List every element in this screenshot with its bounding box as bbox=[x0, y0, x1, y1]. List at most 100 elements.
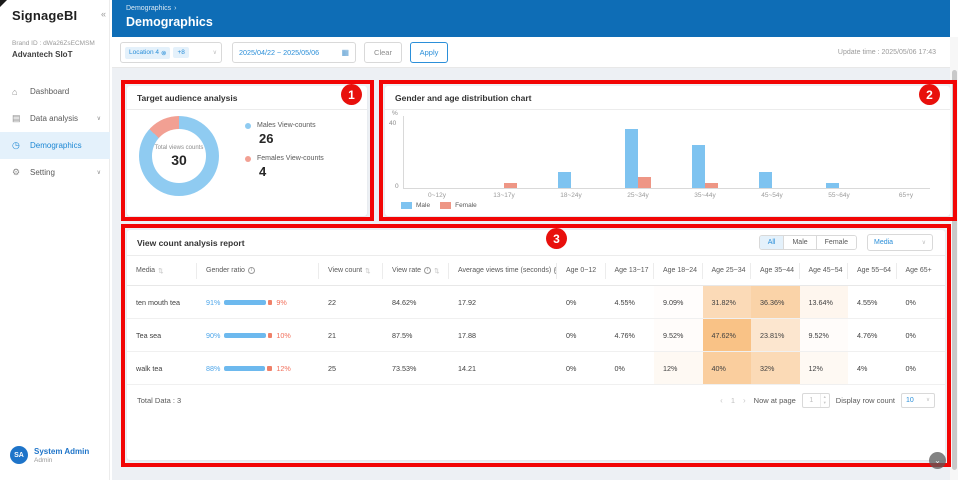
page-header: Demographics› Demographics bbox=[112, 0, 950, 37]
total-data-label: Total Data : 3 bbox=[137, 396, 181, 405]
sidebar-item-demographics[interactable]: ◷Demographics bbox=[0, 132, 110, 159]
row-count-value: 10 bbox=[906, 397, 926, 404]
donut-legend-value: 26 bbox=[259, 131, 324, 146]
column-label: Age 55~64 bbox=[857, 267, 891, 274]
column-label: Media bbox=[136, 267, 155, 274]
cell-avg-time: 17.88 bbox=[449, 319, 557, 351]
cell-view-rate: 73.53% bbox=[383, 352, 449, 384]
column-header-view-count[interactable]: View count⇅ bbox=[319, 263, 383, 279]
male-bar bbox=[692, 145, 705, 188]
next-page-button[interactable]: › bbox=[741, 396, 748, 405]
category-label: 35~44y bbox=[672, 192, 738, 199]
female-ratio-value: 10% bbox=[276, 331, 290, 340]
sidebar-item-data-analysis[interactable]: ▤Data analysis∨ bbox=[0, 105, 110, 132]
column-header-media[interactable]: Media⇅ bbox=[127, 263, 197, 279]
cell-age: 4.76% bbox=[848, 319, 897, 351]
sidebar-item-dashboard[interactable]: ⌂Dashboard bbox=[0, 78, 110, 105]
x-axis-line bbox=[403, 188, 930, 189]
column-label: Age 0~12 bbox=[566, 267, 596, 274]
cell-age: 13.64% bbox=[800, 286, 849, 318]
location-select[interactable]: Location 4⊗ +8 ∨ bbox=[120, 42, 222, 63]
date-range-picker[interactable]: 2025/04/22 ~ 2025/05/06 ▦ bbox=[232, 42, 356, 63]
sidebar-collapse-button[interactable]: « bbox=[101, 9, 106, 19]
cell-age: 4% bbox=[848, 352, 897, 384]
page-input[interactable]: 1 ▴ ▾ bbox=[802, 393, 830, 408]
column-header-age-45-54: Age 45~54 bbox=[800, 263, 849, 279]
location-tag-label: Location 4 bbox=[129, 49, 159, 56]
row-count-select[interactable]: 10 ∨ bbox=[901, 393, 935, 408]
gender-filter-tabs: AllMaleFemale bbox=[759, 235, 857, 250]
apply-button[interactable]: Apply bbox=[410, 42, 448, 63]
cell-age: 0% bbox=[897, 319, 946, 351]
male-ratio-value: 90% bbox=[206, 331, 220, 340]
column-header-view-rate[interactable]: View ratei⇅ bbox=[383, 263, 449, 279]
cell-age: 4.76% bbox=[606, 319, 655, 351]
category-label: 13~17y bbox=[471, 192, 537, 199]
pagination: ‹ 1 › Now at page 1 ▴ ▾ Display row coun… bbox=[718, 393, 935, 408]
column-header-average-views-time-seconds[interactable]: Average views time (seconds)i⇅ bbox=[449, 263, 557, 279]
chart-legend-label: Male bbox=[416, 202, 430, 209]
category-label: 25~34y bbox=[605, 192, 671, 199]
donut-legend-value: 4 bbox=[259, 164, 324, 179]
clear-button[interactable]: Clear bbox=[364, 42, 402, 63]
table-header-row: Media⇅Gender ratioiView count⇅View ratei… bbox=[127, 256, 945, 286]
cell-age: 9.52% bbox=[654, 319, 703, 351]
page-title: Demographics bbox=[126, 15, 213, 29]
sidebar-item-label: Data analysis bbox=[30, 114, 78, 123]
bar-chart: % 40 0 MaleFemale 0~12y13~17y18~24y25~34… bbox=[385, 110, 950, 216]
cell-age: 12% bbox=[800, 352, 849, 384]
data-analysis-icon: ▤ bbox=[12, 113, 23, 124]
cell-view-count: 22 bbox=[319, 286, 383, 318]
male-ratio-value: 91% bbox=[206, 298, 220, 307]
male-ratio-segment bbox=[224, 300, 266, 305]
female-dot-icon bbox=[245, 156, 251, 162]
breadcrumb-separator: › bbox=[174, 5, 176, 12]
scrollbar-thumb[interactable] bbox=[952, 70, 957, 470]
report-panel: View count analysis report AllMaleFemale… bbox=[127, 230, 945, 460]
cell-age: 0% bbox=[606, 352, 655, 384]
chevron-down-icon: ∨ bbox=[926, 397, 930, 403]
more-locations-tag[interactable]: +8 bbox=[173, 47, 188, 58]
info-icon[interactable]: i bbox=[424, 267, 431, 274]
cell-age: 47.62% bbox=[703, 319, 752, 351]
user-profile[interactable]: SA System Admin Admin bbox=[10, 446, 89, 464]
column-label: Age 18~24 bbox=[663, 267, 697, 274]
cell-view-count: 25 bbox=[319, 352, 383, 384]
female-ratio-segment bbox=[267, 366, 273, 371]
donut-center-label: Total views counts bbox=[155, 145, 204, 151]
scroll-down-button[interactable]: ⌄ bbox=[929, 452, 946, 469]
filter-bar: Location 4⊗ +8 ∨ 2025/04/22 ~ 2025/05/06… bbox=[112, 37, 950, 68]
now-at-page-label: Now at page bbox=[754, 396, 796, 405]
column-label: Age 13~17 bbox=[615, 267, 649, 274]
chevron-down-icon: ∨ bbox=[97, 169, 101, 176]
tab-female[interactable]: Female bbox=[816, 236, 856, 249]
prev-page-button[interactable]: ‹ bbox=[718, 396, 725, 405]
cell-age: 4.55% bbox=[848, 286, 897, 318]
cell-age: 0% bbox=[897, 286, 946, 318]
chevron-down-icon: ∨ bbox=[213, 49, 217, 56]
breadcrumb-item[interactable]: Demographics bbox=[126, 5, 171, 12]
cell-age: 0% bbox=[557, 319, 606, 351]
column-label: Average views time (seconds) bbox=[458, 267, 551, 274]
step-down-icon[interactable]: ▾ bbox=[821, 400, 829, 407]
sidebar-item-setting[interactable]: ⚙Setting∨ bbox=[0, 159, 110, 186]
column-label: View rate bbox=[392, 267, 421, 274]
tab-all[interactable]: All bbox=[760, 236, 784, 249]
sidebar: SignageBI « Brand ID : dWa26ZsECMSM Adva… bbox=[0, 0, 110, 480]
page-number[interactable]: 1 bbox=[731, 396, 735, 405]
breadcrumb[interactable]: Demographics› bbox=[126, 5, 176, 12]
location-tag[interactable]: Location 4⊗ bbox=[125, 47, 170, 59]
y-axis-min-tick: 0 bbox=[395, 183, 399, 190]
media-dropdown[interactable]: Media ∨ bbox=[867, 234, 933, 251]
sort-icon: ⇅ bbox=[434, 267, 439, 275]
column-label: Age 35~44 bbox=[760, 267, 794, 274]
cell-view-rate: 87.5% bbox=[383, 319, 449, 351]
info-icon[interactable]: i bbox=[248, 267, 255, 274]
cell-age: 0% bbox=[557, 286, 606, 318]
cell-media: Tea sea bbox=[127, 319, 197, 351]
female-ratio-value: 9% bbox=[276, 298, 286, 307]
tag-close-icon[interactable]: ⊗ bbox=[161, 49, 166, 57]
scrollbar-track bbox=[950, 37, 958, 480]
donut-legend-label: Males View-counts bbox=[257, 122, 316, 129]
tab-male[interactable]: Male bbox=[783, 236, 815, 249]
